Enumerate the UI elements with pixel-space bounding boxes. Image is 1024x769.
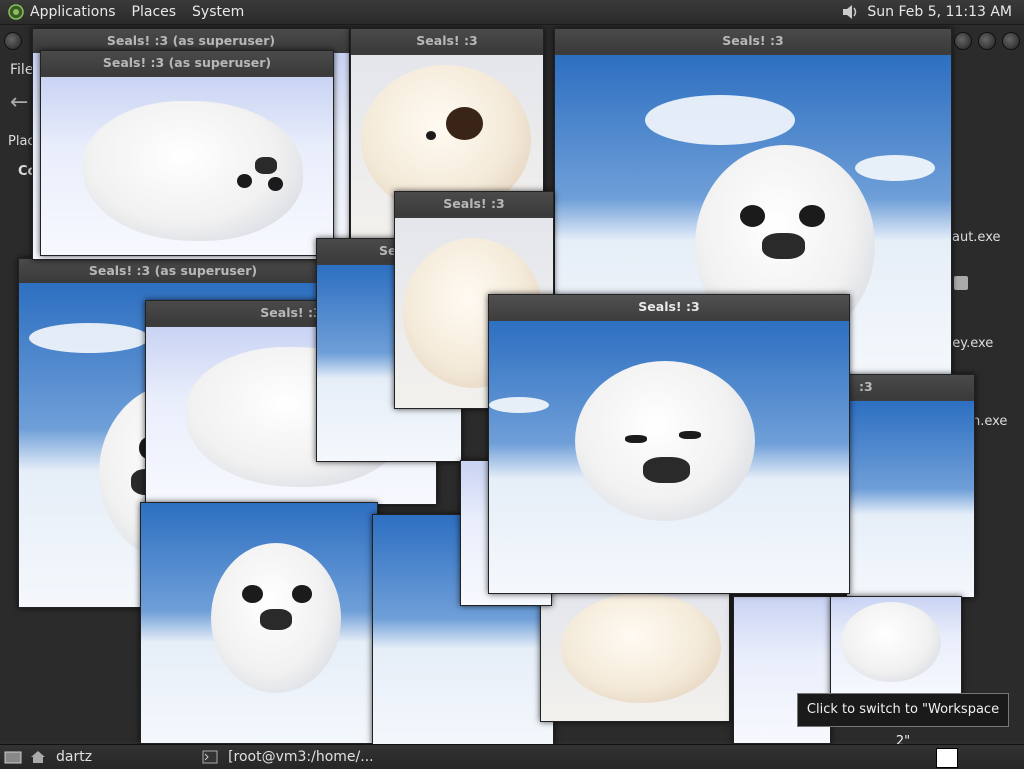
bottom-panel: dartz [root@vm3:/home/... (0, 744, 1024, 769)
seal-window[interactable] (540, 592, 730, 722)
close-button[interactable] (1002, 32, 1020, 50)
gnome-foot-icon[interactable] (8, 4, 24, 20)
maximize-button[interactable] (978, 32, 996, 50)
system-menu[interactable]: System (192, 4, 244, 20)
top-panel: Applications Places System Sun Feb 5, 11… (0, 0, 1024, 25)
window-title[interactable]: Seals! :3 (351, 29, 543, 53)
places-dropdown[interactable]: Plac (8, 134, 35, 149)
taskbar-item[interactable]: dartz (30, 749, 92, 765)
seal-window[interactable]: :3 (846, 374, 975, 598)
taskbar-item[interactable]: [root@vm3:/home/... (202, 749, 374, 765)
window-title[interactable]: Seals! :3 (as superuser) (41, 51, 333, 75)
show-desktop-icon[interactable] (4, 749, 22, 765)
terminal-icon (202, 750, 218, 764)
seal-image (847, 401, 974, 597)
seal-window[interactable]: Seals! :3 (as superuser) (40, 50, 334, 256)
back-arrow-icon[interactable]: ← (10, 90, 28, 115)
window-menu-button[interactable] (4, 32, 22, 50)
taskbar-item-label: dartz (56, 749, 93, 765)
window-title[interactable]: Seals! :3 (489, 295, 849, 319)
seal-image (541, 593, 729, 721)
seal-window-active[interactable]: Seals! :3 (488, 294, 850, 594)
speaker-icon[interactable] (841, 4, 859, 20)
seal-window[interactable] (830, 596, 962, 698)
window-title[interactable]: Seals! :3 (395, 192, 553, 216)
seal-image (831, 597, 961, 697)
file-name[interactable]: h.exe (972, 414, 1007, 429)
seal-image (41, 77, 333, 255)
applications-menu[interactable]: Applications (30, 4, 116, 20)
lock-icon (954, 276, 968, 290)
workspace-pager-icon[interactable] (936, 748, 958, 768)
seal-image (141, 503, 377, 743)
clock[interactable]: Sun Feb 5, 11:13 AM (867, 4, 1012, 20)
seal-window[interactable] (140, 502, 378, 744)
seal-image (489, 321, 849, 593)
places-menu[interactable]: Places (132, 4, 177, 20)
workspace-tooltip: Click to switch to "Workspace 2" (797, 693, 1009, 749)
file-menu[interactable]: File (10, 62, 33, 78)
window-title[interactable]: Seals! :3 (as superuser) (19, 259, 327, 283)
file-name[interactable]: aut.exe (952, 230, 1001, 245)
home-folder-icon (31, 751, 45, 763)
window-title[interactable]: Seals! :3 (555, 29, 951, 53)
window-title[interactable]: :3 (847, 375, 974, 399)
minimize-button[interactable] (954, 32, 972, 50)
taskbar-item-label: [root@vm3:/home/... (228, 749, 374, 765)
